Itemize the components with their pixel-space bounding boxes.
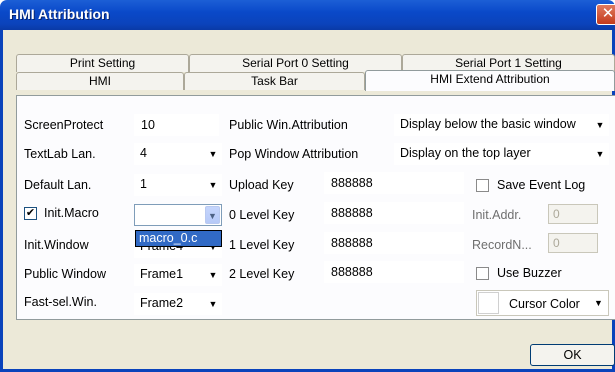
screen-protect-label: ScreenProtect [24, 118, 104, 132]
level-0-key-input[interactable]: 888888 [324, 202, 464, 224]
fast-sel-win-select[interactable]: Frame2 ▼ [134, 293, 222, 315]
ok-button[interactable]: OK [530, 344, 615, 366]
tab-task-bar[interactable]: Task Bar [184, 72, 365, 90]
chevron-down-icon[interactable]: ▼ [594, 298, 603, 308]
tab-hmi-extend-attribution[interactable]: HMI Extend Attribution [365, 70, 615, 91]
init-addr-label: Init.Addr. [472, 208, 522, 222]
level-2-key-input[interactable]: 888888 [324, 261, 464, 283]
save-event-log-checkbox[interactable] [476, 179, 489, 192]
pop-window-attribution-label: Pop Window Attribution [229, 147, 359, 161]
default-lan-value: 1 [140, 177, 147, 191]
chevron-down-icon[interactable]: ▼ [205, 206, 220, 224]
title-bar[interactable]: HMI Attribution ✕ [0, 0, 615, 30]
fast-sel-win-value: Frame2 [140, 296, 184, 310]
public-win-attribution-select[interactable]: Display below the basic window ▼ [394, 114, 609, 136]
close-button[interactable]: ✕ [596, 4, 615, 25]
textlab-lan-select[interactable]: 4 ▼ [134, 143, 222, 165]
record-number-input[interactable]: 0 [548, 233, 598, 253]
chevron-down-icon[interactable]: ▼ [207, 293, 219, 315]
level-1-key-label: 1 Level Key [229, 238, 295, 252]
chevron-down-icon[interactable]: ▼ [594, 143, 606, 165]
tab-hmi[interactable]: HMI [16, 72, 184, 90]
record-number-label: RecordN... [472, 238, 532, 252]
save-event-log-label: Save Event Log [497, 178, 586, 192]
tab-print-setting[interactable]: Print Setting [16, 54, 189, 72]
chevron-down-icon[interactable]: ▼ [207, 143, 219, 165]
level-1-key-input[interactable]: 888888 [324, 232, 464, 254]
public-window-select[interactable]: Frame1 ▼ [134, 264, 222, 286]
pop-window-attribution-value: Display on the top layer [400, 146, 531, 160]
default-lan-label: Default Lan. [24, 178, 92, 192]
screen-protect-input[interactable]: 10 [134, 114, 219, 136]
chevron-down-icon[interactable]: ▼ [207, 174, 219, 196]
init-macro-select[interactable]: ▼ [134, 204, 222, 226]
cursor-color-label: Cursor Color [509, 297, 580, 311]
textlab-lan-value: 4 [140, 146, 147, 160]
level-2-key-label: 2 Level Key [229, 267, 295, 281]
textlab-lan-label: TextLab Lan. [24, 147, 96, 161]
upload-key-input[interactable]: 888888 [324, 172, 464, 194]
upload-key-label: Upload Key [229, 178, 294, 192]
default-lan-select[interactable]: 1 ▼ [134, 174, 222, 196]
init-macro-dropdown-item[interactable]: macro_0.c [135, 230, 222, 247]
public-window-value: Frame1 [140, 267, 184, 281]
init-macro-label: Init.Macro [44, 206, 99, 220]
level-0-key-label: 0 Level Key [229, 208, 295, 222]
chevron-down-icon[interactable]: ▼ [594, 114, 606, 136]
fast-sel-win-label: Fast-sel.Win. [24, 295, 97, 309]
use-buzzer-checkbox[interactable] [476, 267, 489, 280]
init-window-label: Init.Window [24, 238, 89, 252]
pop-window-attribution-select[interactable]: Display on the top layer ▼ [394, 143, 609, 165]
init-macro-checkbox[interactable]: ✔ [24, 207, 37, 220]
cursor-color-swatch [478, 292, 499, 314]
window-title: HMI Attribution [9, 6, 110, 22]
public-win-attribution-value: Display below the basic window [400, 117, 576, 131]
use-buzzer-label: Use Buzzer [497, 266, 562, 280]
public-window-label: Public Window [24, 267, 106, 281]
init-addr-input[interactable]: 0 [548, 204, 598, 224]
chevron-down-icon[interactable]: ▼ [207, 264, 219, 286]
public-win-attribution-label: Public Win.Attribution [229, 118, 348, 132]
